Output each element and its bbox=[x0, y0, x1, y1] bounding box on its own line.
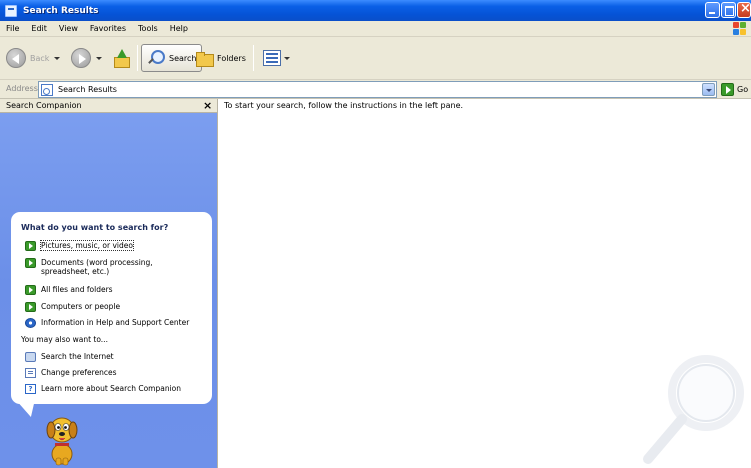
toolbar: Back Search Folders bbox=[0, 37, 751, 80]
green-arrow-icon bbox=[25, 285, 36, 295]
back-dropdown-icon[interactable] bbox=[54, 56, 61, 60]
address-bar: Address Search Results Go bbox=[0, 80, 751, 99]
option-learn-more[interactable]: ? Learn more about Search Companion bbox=[25, 384, 181, 394]
address-label: Address bbox=[6, 84, 38, 93]
address-value: Search Results bbox=[58, 85, 117, 94]
option-documents[interactable]: Documents (word processing, spreadsheet,… bbox=[25, 258, 153, 276]
back-label: Back bbox=[30, 53, 50, 63]
back-arrow-icon bbox=[6, 48, 26, 68]
menu-tools[interactable]: Tools bbox=[132, 24, 164, 33]
option-label: Learn more about Search Companion bbox=[41, 384, 181, 393]
magnifier-watermark-icon bbox=[643, 355, 744, 464]
preferences-icon bbox=[25, 368, 36, 378]
option-change-preferences[interactable]: Change preferences bbox=[25, 368, 117, 378]
forward-arrow-icon bbox=[71, 48, 91, 68]
close-button[interactable] bbox=[737, 1, 751, 18]
results-pane: To start your search, follow the instruc… bbox=[217, 99, 751, 468]
pane-header: Search Companion × bbox=[0, 99, 217, 113]
green-arrow-icon bbox=[25, 302, 36, 312]
search-label: Search bbox=[169, 53, 197, 63]
up-folder-icon bbox=[112, 49, 130, 68]
search-icon bbox=[147, 49, 165, 67]
menu-help[interactable]: Help bbox=[164, 24, 194, 33]
window-icon bbox=[5, 4, 17, 17]
option-help-support[interactable]: Information in Help and Support Center bbox=[25, 318, 189, 328]
option-search-internet[interactable]: Search the Internet bbox=[25, 352, 114, 362]
pane-title: Search Companion bbox=[6, 101, 82, 110]
go-button[interactable]: Go bbox=[721, 82, 748, 97]
menu-bar: File Edit View Favorites Tools Help bbox=[0, 21, 751, 37]
search-options-bubble: What do you want to search for? Pictures… bbox=[11, 212, 212, 404]
folders-button[interactable]: Folders bbox=[195, 43, 246, 73]
option-label: Change preferences bbox=[41, 368, 117, 377]
help-center-icon bbox=[25, 318, 36, 328]
pane-close-icon[interactable]: × bbox=[203, 99, 212, 112]
go-arrow-icon bbox=[721, 83, 734, 96]
title-bar[interactable]: Search Results bbox=[0, 0, 751, 21]
address-dropdown-icon[interactable] bbox=[702, 83, 715, 96]
forward-button[interactable] bbox=[71, 43, 102, 73]
internet-search-icon bbox=[25, 352, 36, 362]
green-arrow-icon bbox=[25, 258, 36, 268]
option-label: All files and folders bbox=[41, 285, 113, 294]
menu-file[interactable]: File bbox=[0, 24, 25, 33]
go-label: Go bbox=[737, 85, 749, 94]
folder-icon bbox=[195, 50, 214, 67]
option-label: Search the Internet bbox=[41, 352, 114, 361]
option-pictures-music-video[interactable]: Pictures, music, or video bbox=[25, 240, 134, 251]
maximize-button[interactable] bbox=[721, 2, 736, 18]
search-button[interactable]: Search bbox=[141, 44, 203, 72]
forward-dropdown-icon[interactable] bbox=[96, 56, 102, 60]
option-computers-people[interactable]: Computers or people bbox=[25, 302, 120, 312]
search-companion-pane: Search Companion × What do you want to s… bbox=[0, 99, 217, 468]
views-dropdown-icon[interactable] bbox=[284, 56, 290, 60]
question-mark-icon: ? bbox=[25, 384, 36, 394]
windows-logo-icon bbox=[733, 22, 747, 36]
option-label: Documents (word processing, spreadsheet,… bbox=[41, 258, 153, 276]
search-question: What do you want to search for? bbox=[21, 223, 169, 232]
instruction-text: To start your search, follow the instruc… bbox=[224, 101, 464, 110]
menu-view[interactable]: View bbox=[53, 24, 84, 33]
window-title: Search Results bbox=[23, 5, 99, 16]
option-label: Pictures, music, or video bbox=[40, 240, 134, 251]
back-button[interactable]: Back bbox=[6, 43, 61, 73]
search-dog-icon[interactable] bbox=[44, 414, 80, 466]
folders-label: Folders bbox=[217, 53, 246, 63]
also-heading: You may also want to... bbox=[21, 335, 108, 344]
up-folder-button[interactable] bbox=[112, 43, 130, 73]
toolbar-separator bbox=[253, 45, 254, 71]
option-label: Information in Help and Support Center bbox=[41, 318, 190, 327]
option-label: Computers or people bbox=[41, 302, 121, 311]
views-button[interactable] bbox=[263, 43, 290, 73]
toolbar-separator bbox=[137, 45, 138, 71]
address-input[interactable]: Search Results bbox=[38, 81, 717, 98]
option-all-files-folders[interactable]: All files and folders bbox=[25, 285, 113, 295]
minimize-button[interactable] bbox=[705, 2, 720, 18]
menu-favorites[interactable]: Favorites bbox=[84, 24, 132, 33]
search-results-icon bbox=[41, 83, 53, 96]
menu-edit[interactable]: Edit bbox=[25, 24, 53, 33]
views-icon bbox=[263, 50, 281, 66]
green-arrow-icon bbox=[25, 241, 36, 251]
